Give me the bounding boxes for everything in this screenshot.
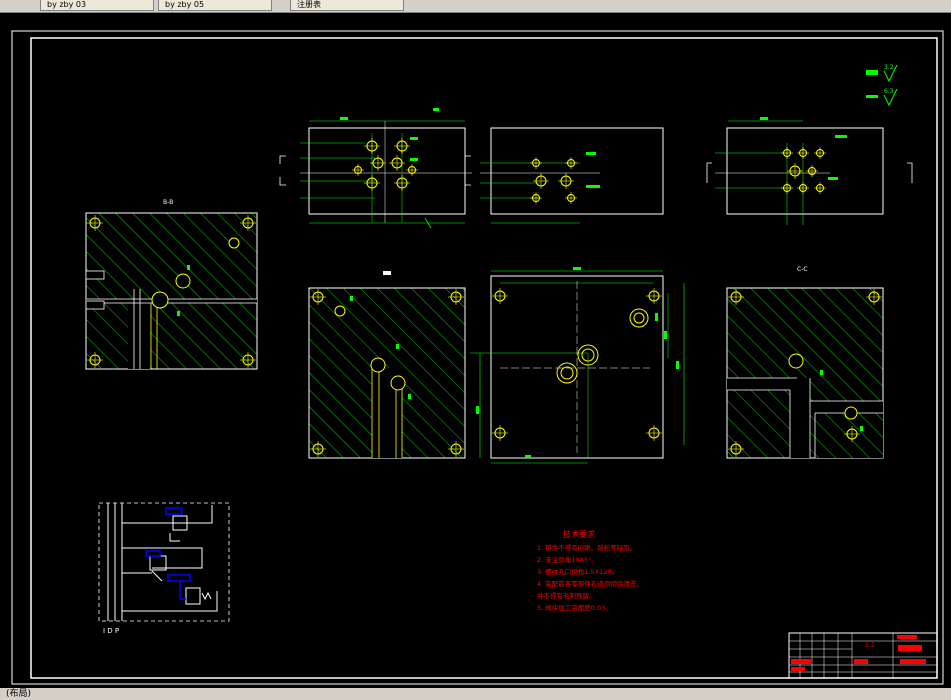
note-line: 5. 阀块加工平面度0.03。	[537, 603, 612, 612]
top-view-middle	[464, 127, 664, 224]
note-line: 4. 装配前各零部件孔道须彻底清洗，	[537, 579, 643, 588]
section-b-b: B-B	[85, 199, 258, 370]
note-line: 1. 铸件不得有砂眼、疏松等缺陷。	[537, 543, 636, 552]
title-block-scale: 1:2	[865, 642, 875, 649]
section-middle-left	[308, 271, 466, 459]
section-marker	[383, 271, 391, 275]
plan-view-center	[470, 267, 685, 464]
roughness-value-b: 6.3	[884, 88, 894, 95]
note-line: 2. 未注倒角1X45°。	[537, 555, 598, 564]
tab-registry[interactable]: 注册表	[290, 0, 404, 11]
top-view-left	[279, 108, 472, 229]
section-label-b-b: B-B	[163, 199, 173, 206]
section-label-c-c: C-C	[797, 266, 808, 273]
top-view-right	[706, 117, 913, 225]
roughness-value-a: 3.2	[884, 64, 894, 71]
title-block: 1:2	[788, 632, 938, 679]
note-line: 3. 螺纹孔口倒角1.5X120。	[537, 567, 618, 576]
section-c-c: C-C	[726, 266, 884, 459]
drawing-viewport[interactable]: 3.2 6.3 B-B C-C I D P 技术要求 1. 铸件不得有砂眼、疏松…	[0, 13, 951, 688]
document-tab-bar: by zby 03 by zby 05 注册表	[0, 0, 951, 13]
technical-notes: 技术要求 1. 铸件不得有砂眼、疏松等缺陷。 2. 未注倒角1X45°。 3. …	[537, 529, 643, 612]
tab-drawing-1[interactable]: by zby 03	[40, 0, 154, 11]
cad-drawing: 3.2 6.3 B-B C-C I D P 技术要求 1. 铸件不得有砂眼、疏松…	[11, 30, 944, 685]
roughness-symbols: 3.2 6.3	[866, 64, 898, 107]
layout-status-bar: (布局)	[0, 688, 951, 700]
notes-title: 技术要求	[563, 529, 595, 539]
hydraulic-schematic: I D P	[98, 502, 230, 635]
schematic-port-labels: I D P	[103, 627, 119, 635]
tab-drawing-2[interactable]: by zby 05	[158, 0, 272, 11]
note-line: 并不得有毛刺残留。	[537, 591, 596, 600]
status-text: (布局)	[6, 689, 32, 699]
